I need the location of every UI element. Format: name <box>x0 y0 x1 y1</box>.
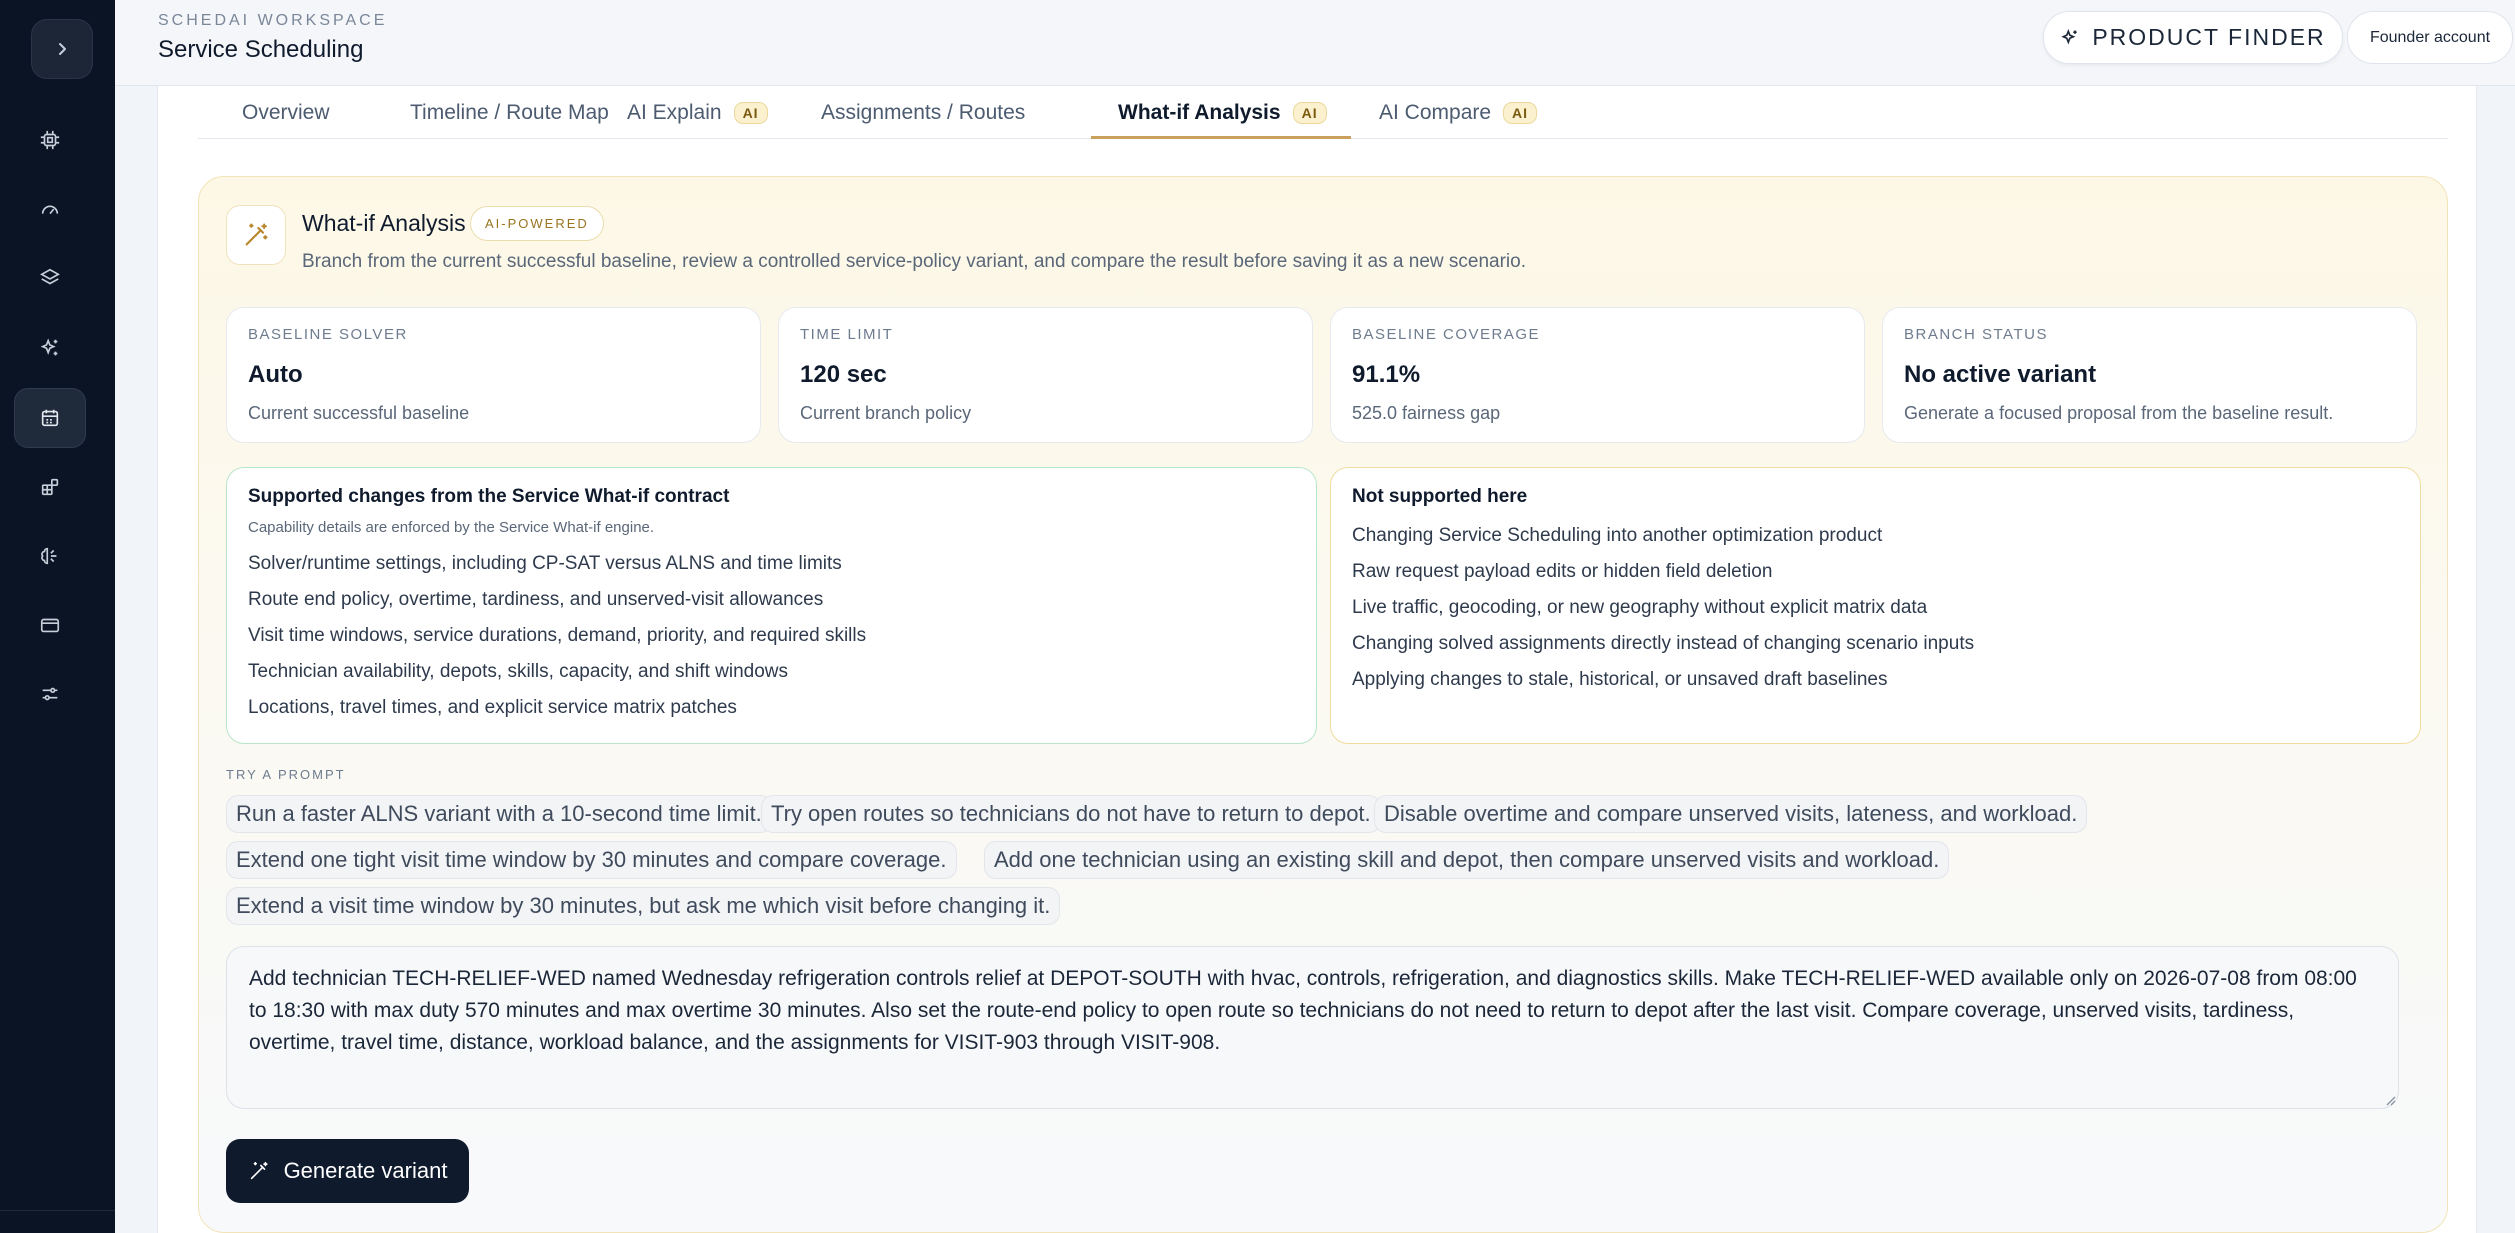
list-item: Applying changes to stale, historical, o… <box>1352 669 1888 690</box>
calendar-icon <box>41 409 59 427</box>
product-finder-button[interactable]: PRODUCT FINDER <box>2043 11 2343 64</box>
prompt-chip[interactable]: Run a faster ALNS variant with a 10-seco… <box>226 795 772 833</box>
stat-label: BRANCH STATUS <box>1904 326 2048 343</box>
prompt-chip[interactable]: Disable overtime and compare unserved vi… <box>1374 795 2088 833</box>
account-button[interactable]: Founder account <box>2347 11 2513 64</box>
supported-title: Supported changes from the Service What-… <box>248 486 730 507</box>
ai-badge: AI <box>733 101 768 124</box>
sparkles-icon <box>40 338 58 356</box>
list-item: Live traffic, geocoding, or new geograph… <box>1352 597 1928 618</box>
generate-variant-button[interactable]: Generate variant <box>226 1139 469 1203</box>
panel-title: What-if Analysis <box>302 210 466 236</box>
tab-label: AI Compare <box>1379 100 1492 124</box>
sidebar-item-settings[interactable] <box>14 664 86 724</box>
tab-timeline-route-map[interactable]: Timeline / Route Map <box>406 86 613 139</box>
stat-branch-status: BRANCH STATUS No active variant Generate… <box>1882 307 2417 443</box>
sparkles-icon <box>2061 28 2078 44</box>
tab-label: Assignments / Routes <box>821 100 1026 124</box>
panel-icon <box>226 205 286 265</box>
list-item: Visit time windows, service durations, d… <box>248 625 867 646</box>
prompt-chip[interactable]: Extend a visit time window by 30 minutes… <box>226 887 1061 925</box>
tab-label: Timeline / Route Map <box>410 100 609 124</box>
product-finder-label: PRODUCT FINDER <box>2092 24 2326 50</box>
stat-value: 91.1% <box>1352 361 1421 388</box>
sidebar-item-insights[interactable] <box>14 526 86 586</box>
sidebar-item-blocks[interactable] <box>14 457 86 517</box>
sidebar-item-ai[interactable] <box>14 318 86 378</box>
sidebar-item-layers[interactable] <box>14 248 86 308</box>
unsupported-list: Changing Service Scheduling into another… <box>1352 518 1974 698</box>
magic-wand-icon <box>250 1161 268 1180</box>
sliders-icon <box>42 687 58 701</box>
stat-label: BASELINE COVERAGE <box>1352 326 1541 343</box>
prompt-chip[interactable]: Try open routes so technicians do not ha… <box>761 795 1381 833</box>
chip-icon <box>40 130 60 150</box>
prompt-chip[interactable]: Add one technician using an existing ski… <box>984 841 1950 879</box>
sidebar-item-chip[interactable] <box>14 110 86 170</box>
gauge-icon <box>41 205 59 215</box>
list-item: Solver/runtime settings, including CP-SA… <box>248 553 842 574</box>
stat-value: No active variant <box>1904 361 2097 388</box>
list-item: Route end policy, overtime, tardiness, a… <box>248 589 824 610</box>
layers-icon <box>40 268 60 285</box>
top-bar: SCHEDAI WORKSPACE Service Scheduling PRO… <box>115 0 2515 86</box>
list-item: Technician availability, depots, skills,… <box>248 661 788 682</box>
tab-label: What-if Analysis <box>1118 100 1281 124</box>
tab-ai-compare[interactable]: AI Compare AI <box>1375 86 1541 139</box>
supported-changes-box: Supported changes from the Service What-… <box>226 467 1317 744</box>
card-icon <box>40 618 60 633</box>
workspace-label: SCHEDAI WORKSPACE <box>158 12 388 29</box>
list-item: Changing Service Scheduling into another… <box>1352 525 1883 546</box>
chevron-right-icon <box>59 43 66 55</box>
active-tab-indicator <box>1091 136 1351 139</box>
stat-value: 120 sec <box>800 361 887 388</box>
stat-label: BASELINE SOLVER <box>248 326 408 343</box>
resize-grip-icon[interactable] <box>2384 1094 2396 1106</box>
sidebar-expand-button[interactable] <box>31 19 93 79</box>
ai-powered-badge: AI-POWERED <box>470 206 604 241</box>
sidebar-item-dashboard[interactable] <box>14 180 86 240</box>
try-prompt-label: TRY A PROMPT <box>226 767 346 782</box>
list-item: Changing solved assignments directly ins… <box>1352 633 1975 654</box>
stat-subtext: Current successful baseline <box>248 403 470 423</box>
blocks-icon <box>41 478 59 496</box>
page-title: Service Scheduling <box>158 36 364 63</box>
stat-time-limit: TIME LIMIT 120 sec Current branch policy <box>778 307 1313 443</box>
tab-label: Overview <box>242 100 330 124</box>
sidebar-item-scheduling[interactable] <box>14 388 86 448</box>
tab-bar: Overview Timeline / Route Map AI Explain… <box>198 86 2448 139</box>
sidebar <box>0 0 115 1233</box>
what-if-panel: What-if Analysis AI-POWERED Branch from … <box>198 176 2448 1233</box>
stat-subtext: Generate a focused proposal from the bas… <box>1904 403 2334 423</box>
tab-ai-explain[interactable]: AI Explain AI <box>623 86 772 139</box>
what-if-prompt-input[interactable]: Add technician TECH-RELIEF-WED named Wed… <box>226 946 2399 1109</box>
unsupported-title: Not supported here <box>1352 486 1528 507</box>
stat-baseline-solver: BASELINE SOLVER Auto Current successful … <box>226 307 761 443</box>
generate-variant-label: Generate variant <box>283 1158 448 1183</box>
sidebar-item-billing[interactable] <box>14 595 86 655</box>
ai-badge: AI <box>1503 101 1538 124</box>
main-content: Overview Timeline / Route Map AI Explain… <box>157 86 2477 1233</box>
supported-note: Capability details are enforced by the S… <box>248 519 655 536</box>
list-item: Locations, travel times, and explicit se… <box>248 697 737 718</box>
tab-label: AI Explain <box>627 100 722 124</box>
sidebar-divider <box>0 1210 115 1211</box>
list-item: Raw request payload edits or hidden fiel… <box>1352 561 1773 582</box>
supported-list: Solver/runtime settings, including CP-SA… <box>248 546 866 726</box>
magic-wand-icon <box>245 223 268 246</box>
ai-badge: AI <box>1292 101 1327 124</box>
stat-baseline-coverage: BASELINE COVERAGE 91.1% 525.0 fairness g… <box>1330 307 1865 443</box>
panel-description: Branch from the current successful basel… <box>302 251 1526 272</box>
tab-overview[interactable]: Overview <box>238 86 334 139</box>
prompt-chip[interactable]: Extend one tight visit time window by 30… <box>226 841 957 879</box>
stat-value: Auto <box>248 361 303 388</box>
stat-label: TIME LIMIT <box>800 326 894 343</box>
stat-subtext: Current branch policy <box>800 403 972 423</box>
stat-subtext: 525.0 fairness gap <box>1352 403 1501 423</box>
tab-what-if-analysis[interactable]: What-if Analysis AI <box>1114 86 1331 139</box>
unsupported-changes-box: Not supported here Changing Service Sche… <box>1330 467 2421 744</box>
brain-icon <box>41 547 57 565</box>
tab-assignments-routes[interactable]: Assignments / Routes <box>817 86 1029 139</box>
